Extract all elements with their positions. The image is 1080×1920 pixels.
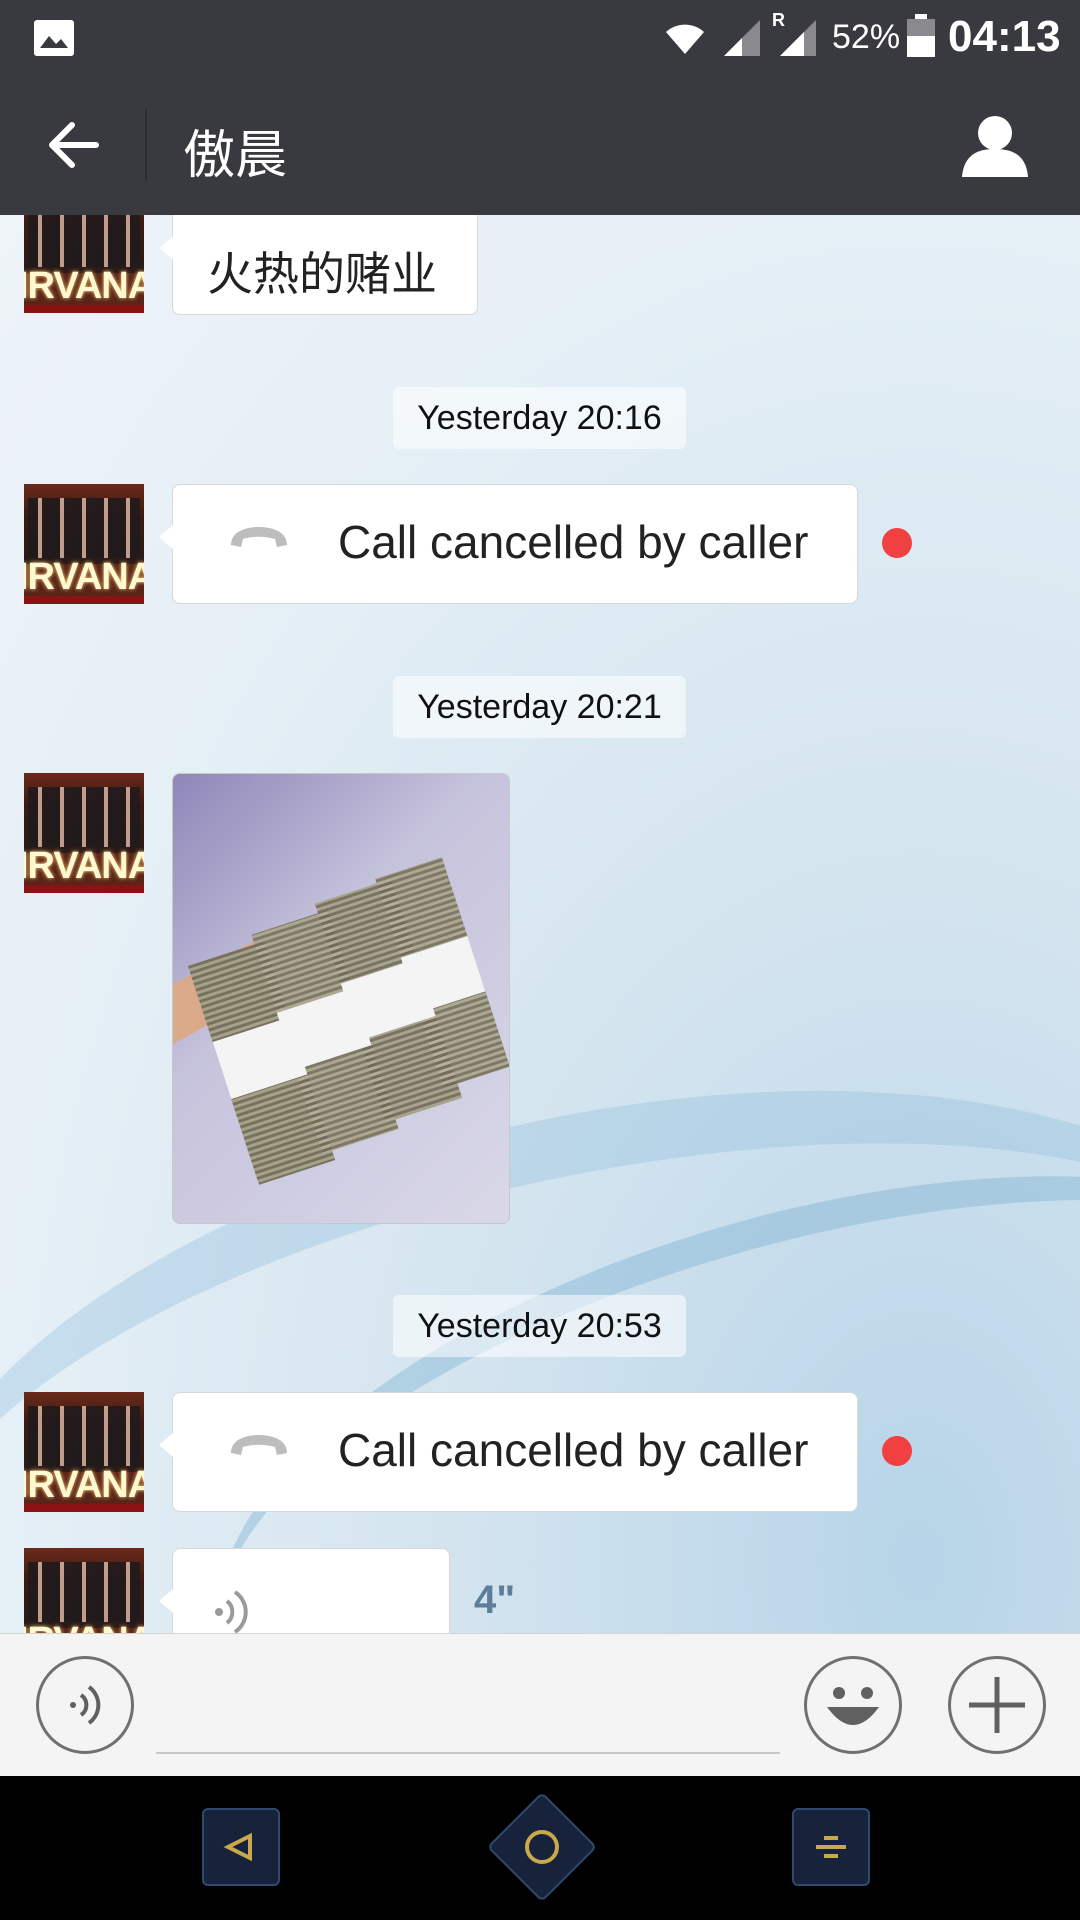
input-bar [0,1633,1080,1777]
battery-icon [907,14,935,57]
unread-dot [882,528,912,558]
timestamp: Yesterday 20:16 [393,387,686,449]
voice-message-bubble[interactable] [159,1548,450,1633]
gallery-icon [34,20,74,56]
chat-area[interactable]: IRVANA 火热的赌业 Yesterday 20:16 IRVANA Call… [0,215,1080,1633]
message-text: 火热的赌业 [207,247,437,301]
arrow-left-icon[interactable] [44,117,100,173]
avatar[interactable]: IRVANA [24,773,144,893]
message-input[interactable] [156,1752,780,1754]
call-message-bubble[interactable]: Call cancelled by caller [159,484,858,604]
signal-icon [724,20,760,56]
chat-title: 傲晨 [183,126,288,186]
nav-home-icon[interactable] [486,1791,598,1903]
photo-icon [173,857,509,1185]
phone-hangup-icon [231,527,287,547]
system-nav-bar [0,1776,1080,1920]
timestamp: Yesterday 20:53 [393,1295,686,1357]
emoji-icon[interactable] [804,1656,902,1754]
voice-wave-icon [215,1590,248,1633]
voice-duration: 4" [474,1578,516,1622]
status-bar: R 52% 04:13 [0,0,1080,75]
avatar[interactable]: IRVANA [24,1548,144,1633]
nav-back-icon[interactable] [202,1808,280,1886]
call-status-text: Call cancelled by caller [338,1424,809,1476]
call-message-bubble[interactable]: Call cancelled by caller [159,1392,858,1512]
chat-header: 傲晨 [0,75,1080,215]
image-message[interactable] [172,773,510,1224]
timestamp: Yesterday 20:21 [393,676,686,738]
plus-icon[interactable] [948,1656,1046,1754]
phone-hangup-icon [231,1435,287,1455]
voice-mode-icon[interactable] [36,1656,134,1754]
header-divider [145,109,147,181]
nav-menu-icon[interactable] [792,1808,870,1886]
avatar[interactable]: IRVANA [24,484,144,604]
message-bubble[interactable]: 火热的赌业 [159,215,478,315]
roaming-signal-icon [780,20,816,56]
avatar[interactable]: IRVANA [24,1392,144,1512]
clock: 04:13 [948,12,1061,61]
wifi-icon [666,24,704,54]
person-icon[interactable] [960,111,1030,181]
avatar[interactable]: IRVANA [24,215,144,313]
battery-percent: 52% [832,18,901,56]
call-status-text: Call cancelled by caller [338,516,809,568]
unread-dot [882,1436,912,1466]
